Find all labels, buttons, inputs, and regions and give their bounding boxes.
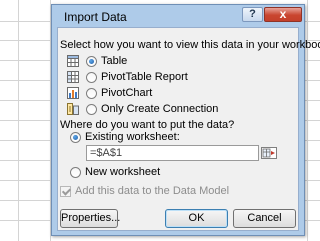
range-select-icon[interactable] (261, 147, 277, 159)
dialog-titlebar[interactable]: Import Data ? x (52, 5, 304, 27)
radio-table[interactable] (86, 56, 97, 67)
cell-reference-value: =$A$1 (90, 147, 123, 159)
close-icon: x (279, 7, 287, 21)
ok-button[interactable]: OK (165, 209, 228, 228)
option-connection-label[interactable]: Only Create Connection (101, 103, 218, 115)
option-table-label[interactable]: Table (101, 55, 127, 67)
import-data-dialog: Import Data ? x Select how you want to v… (51, 4, 320, 236)
properties-button[interactable]: Properties... (60, 209, 121, 228)
connection-icon (67, 103, 79, 115)
radio-only-connection[interactable] (86, 104, 97, 115)
close-button[interactable]: x (264, 7, 302, 22)
pivottable-icon (67, 71, 79, 83)
view-section-heading: Select how you want to view this data in… (60, 39, 320, 51)
radio-pivotchart[interactable] (86, 88, 97, 99)
radio-new-worksheet[interactable] (70, 167, 81, 178)
data-model-checkbox[interactable] (60, 186, 71, 197)
cancel-button[interactable]: Cancel (233, 209, 296, 228)
table-icon (67, 55, 79, 67)
pivotchart-icon (67, 87, 79, 99)
dialog-body: Select how you want to view this data in… (57, 27, 320, 231)
option-pivottable-label[interactable]: PivotTable Report (101, 71, 188, 83)
help-icon: ? (249, 8, 256, 20)
new-worksheet-label[interactable]: New worksheet (85, 166, 160, 178)
cell-reference-input[interactable]: =$A$1 (86, 145, 277, 161)
ok-button-label: OK (188, 212, 205, 224)
option-pivotchart-label[interactable]: PivotChart (101, 87, 152, 99)
properties-button-label: Properties... (61, 212, 121, 224)
data-model-label: Add this data to the Data Model (75, 185, 230, 197)
destination-section-heading: Where do you want to put the data? (60, 119, 235, 131)
help-button[interactable]: ? (242, 7, 263, 22)
radio-existing-worksheet[interactable] (70, 132, 81, 143)
radio-pivottable[interactable] (86, 72, 97, 83)
cancel-button-label: Cancel (247, 212, 282, 224)
existing-worksheet-label[interactable]: Existing worksheet: (85, 131, 180, 143)
dialog-title: Import Data (64, 10, 127, 24)
